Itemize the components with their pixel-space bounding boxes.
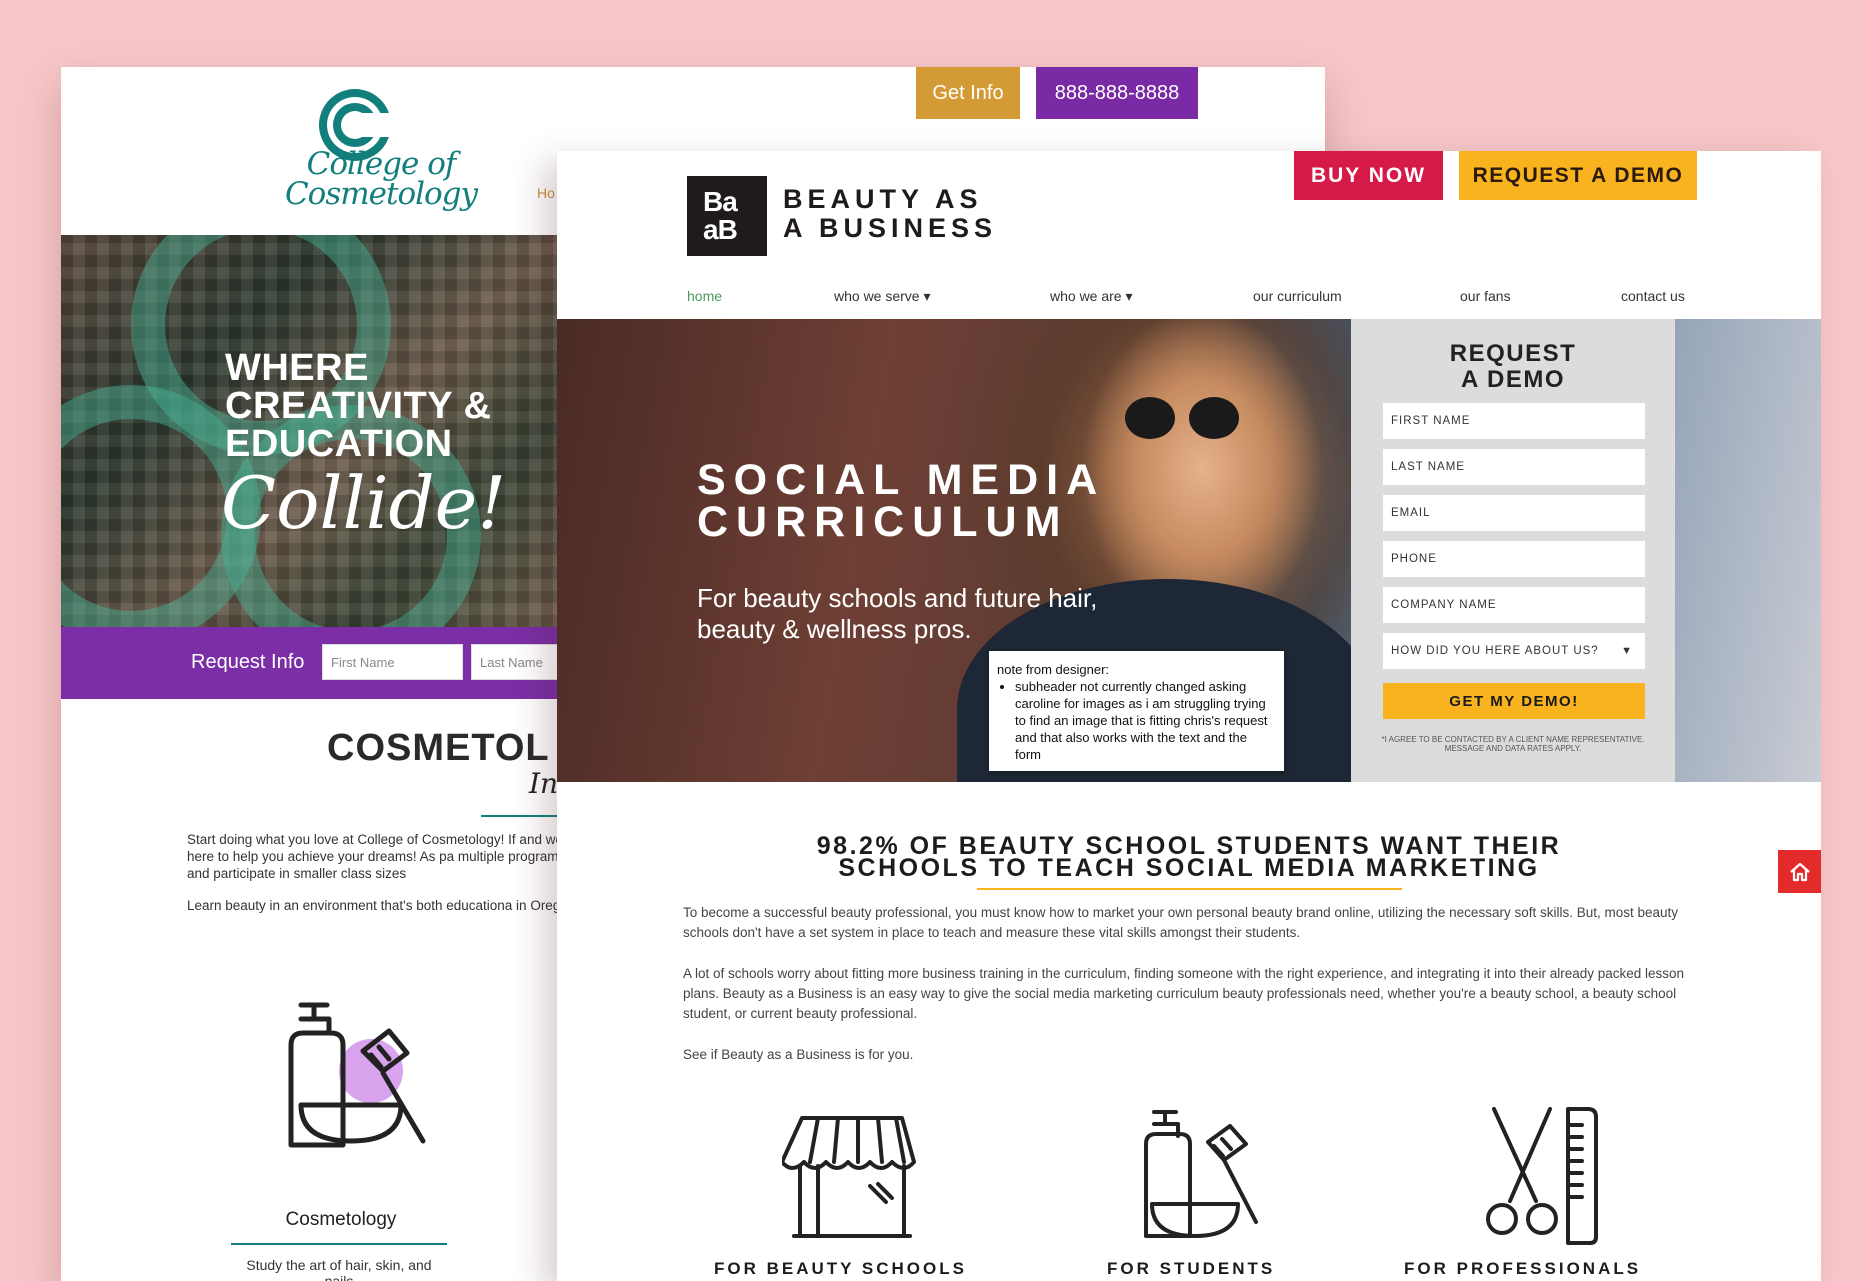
demo-form-title-line-2: A DEMO <box>1460 366 1566 393</box>
designer-note: note from designer: subheader not curren… <box>989 651 1284 771</box>
form-disclaimer: *I AGREE TO BE CONTACTED BY A CLIENT NAM… <box>1381 735 1645 753</box>
logo-mark-top: Ba <box>703 186 738 217</box>
referral-source-select[interactable]: HOW DID YOU HERE ABOUT US? ▼ <box>1383 633 1645 669</box>
brand-line-1: BEAUTY AS <box>783 184 983 214</box>
demo-form-title: REQUEST A DEMO <box>1351 341 1675 393</box>
hero-title-line-2: CURRICULUM <box>697 498 1069 546</box>
hero-line-2: CREATIVITY & <box>225 385 492 427</box>
hero-line-3: EDUCATION <box>225 423 453 465</box>
last-name-field[interactable]: LAST NAME <box>1383 449 1645 485</box>
store-awning-icon <box>782 1116 916 1238</box>
demo-form: REQUEST A DEMO FIRST NAME LAST NAME EMAI… <box>1351 319 1675 782</box>
buy-now-button[interactable]: BUY NOW <box>1294 151 1443 200</box>
cosmetology-section-script: In <box>529 767 559 800</box>
college-logo[interactable]: College of Cosmetology <box>261 83 501 233</box>
card-underline <box>231 1243 447 1245</box>
card-label-beauty-schools[interactable]: FOR BEAUTY SCHOOLS <box>714 1259 967 1279</box>
nav-our-curriculum[interactable]: our curriculum <box>1253 288 1342 304</box>
logo-mark-bottom: aB <box>703 214 738 245</box>
home-icon <box>1789 862 1810 881</box>
nav-who-we-are[interactable]: who we are ▾ <box>1050 288 1133 305</box>
request-info-bar: Request Info First Name Last Name <box>61 627 591 699</box>
card-label-professionals[interactable]: FOR PROFESSIONALS <box>1404 1259 1641 1279</box>
hero-photo-sunglass-right <box>1189 397 1239 439</box>
nav-our-fans[interactable]: our fans <box>1460 288 1511 304</box>
first-name-field[interactable]: FIRST NAME <box>1383 403 1645 439</box>
cosmetology-card-title: Cosmetology <box>285 1209 397 1230</box>
body-paragraph-3: See if Beauty as a Business is for you. <box>683 1047 914 1062</box>
request-demo-button[interactable]: REQUEST A DEMO <box>1459 151 1697 200</box>
company-name-field[interactable]: COMPANY NAME <box>1383 587 1645 623</box>
hero-script-text: Collide! <box>221 461 507 545</box>
nav-contact-us[interactable]: contact us <box>1621 288 1685 304</box>
bottle-bowl-brush-icon <box>288 1002 426 1148</box>
card-label-students[interactable]: FOR STUDENTS <box>1107 1259 1275 1279</box>
baab-hero: SOCIAL MEDIA CURRICULUM For beauty schoo… <box>557 319 1821 782</box>
logo-line-1: College of <box>306 146 457 182</box>
body-paragraph-1: To become a successful beauty profession… <box>683 905 1679 940</box>
home-button[interactable] <box>1778 850 1821 893</box>
first-name-input[interactable]: First Name <box>322 644 463 680</box>
top-cta-group: Get Info 888-888-8888 <box>916 67 1198 119</box>
logo-line-2: Cosmetology <box>284 176 478 212</box>
college-logo-text: College of Cosmetology <box>261 146 501 212</box>
nav-home[interactable]: home <box>687 288 722 304</box>
demo-form-title-line-1: REQUEST <box>1449 340 1577 367</box>
get-info-button[interactable]: Get Info <box>916 67 1020 119</box>
hero-title: SOCIAL MEDIA CURRICULUM <box>697 456 1106 546</box>
body-paragraph-2: A lot of schools worry about fitting mor… <box>683 966 1685 1021</box>
baab-logo-mark[interactable]: Ba aB <box>687 176 767 256</box>
hero-title-line-1: SOCIAL MEDIA <box>697 456 1106 504</box>
stat-heading: 98.2% OF BEAUTY SCHOOL STUDENTS WANT THE… <box>687 834 1691 882</box>
note-item: subheader not currently changed asking c… <box>1015 678 1276 763</box>
stat-heading-line-2: SCHOOLS TO TEACH SOCIAL MEDIA MARKETING <box>838 854 1540 882</box>
nav-home-link[interactable]: Ho <box>537 185 555 201</box>
email-field[interactable]: EMAIL <box>1383 495 1645 531</box>
request-info-label: Request Info <box>191 651 305 673</box>
cosmetology-section-title: COSMETOL <box>327 727 550 769</box>
get-my-demo-button[interactable]: GET MY DEMO! <box>1383 683 1645 719</box>
referral-source-label: HOW DID YOU HERE ABOUT US? <box>1391 645 1599 657</box>
stat-heading-underline <box>977 888 1402 890</box>
hero-photo-sunglass-left <box>1125 397 1175 439</box>
chevron-down-icon: ▼ <box>1621 645 1633 657</box>
note-heading: note from designer: <box>997 662 1110 677</box>
hero-line-1: WHERE <box>225 347 369 389</box>
cosmetology-card-text: Study the art of hair, skin, and nails <box>246 1257 432 1281</box>
phone-button[interactable]: 888-888-8888 <box>1036 67 1198 119</box>
cosmetology-hero: WHERE CREATIVITY & EDUCATION Collide! <box>61 235 581 627</box>
hero-subtitle: For beauty schools and future hair, beau… <box>697 583 1098 644</box>
bottle-bowl-brush-icon <box>1144 1110 1258 1238</box>
cosmetology-paragraph-1: Start doing what you love at College of … <box>187 832 587 881</box>
brand-name[interactable]: BEAUTY AS A BUSINESS <box>783 185 997 243</box>
brand-line-2: A BUSINESS <box>783 213 998 243</box>
baab-page: Ba aB BEAUTY AS A BUSINESS BUY NOW REQUE… <box>557 151 1821 1281</box>
nav-who-we-serve[interactable]: who we serve ▾ <box>834 288 931 305</box>
scissors-comb-icon <box>1486 1107 1598 1245</box>
cosmetology-paragraph-2: Learn beauty in an environment that's bo… <box>187 898 580 913</box>
phone-field[interactable]: PHONE <box>1383 541 1645 577</box>
